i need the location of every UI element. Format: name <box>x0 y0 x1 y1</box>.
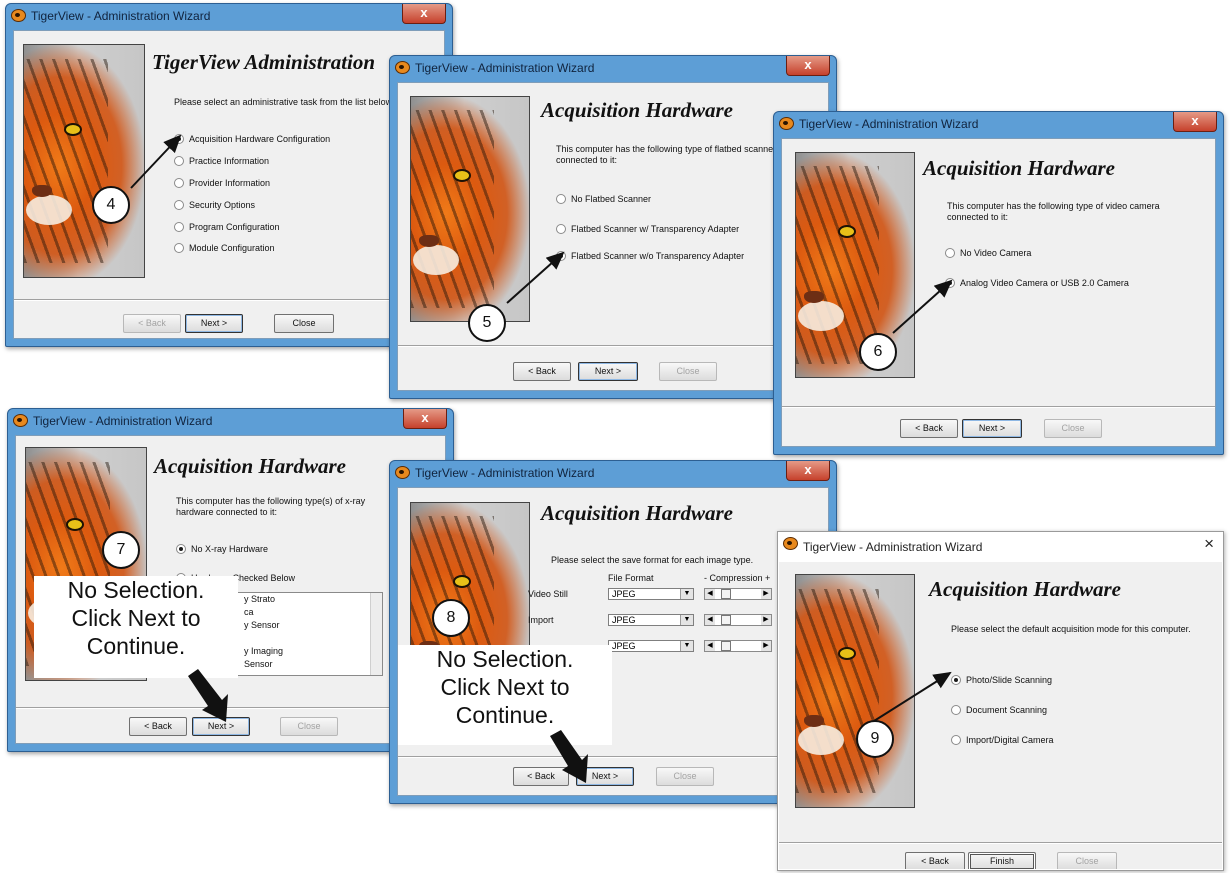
step-number-5: 5 <box>468 304 506 342</box>
callout-arrow-icon <box>506 251 565 304</box>
step-number-7: 7 <box>102 531 140 569</box>
callout-arrow-icon <box>550 730 588 783</box>
callout-arrows <box>130 134 953 783</box>
callout-arrow-icon <box>873 671 952 722</box>
step-number-4: 4 <box>92 186 130 224</box>
callout-arrow-icon <box>892 279 953 334</box>
step-number-9: 9 <box>856 720 894 758</box>
step-number-8: 8 <box>432 599 470 637</box>
callout-arrow-icon <box>130 134 182 189</box>
callout-arrow-icon <box>188 669 228 722</box>
step-number-6: 6 <box>859 333 897 371</box>
